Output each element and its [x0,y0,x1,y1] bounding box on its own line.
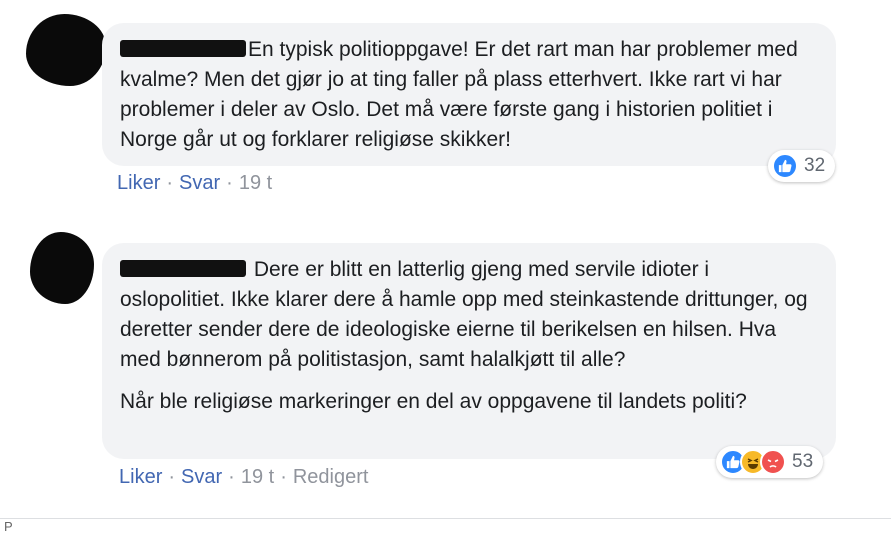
reaction-count: 53 [792,451,814,472]
reaction-summary[interactable]: 32 [768,150,836,182]
comment-bubble: Dere er blitt en latterlig gjeng med ser… [102,243,836,459]
divider [0,518,891,519]
timestamp[interactable]: 19 t [239,172,272,194]
reaction-summary[interactable]: 53 [716,446,824,478]
avatar[interactable] [26,14,106,86]
comment-actions: Liker · Svar · 19 t · Redigert [119,466,369,488]
avatar[interactable] [30,232,94,304]
comment-bubble: En typisk politioppgave! Er det rart man… [102,23,836,166]
reply-link[interactable]: Svar [181,466,222,488]
like-link[interactable]: Liker [117,172,160,194]
edited-label[interactable]: Redigert [293,466,369,488]
reply-link[interactable]: Svar [179,172,220,194]
timestamp[interactable]: 19 t [241,466,274,488]
redacted-author-name [120,260,246,277]
reaction-count: 32 [804,155,826,176]
redacted-author-name [120,40,246,57]
comment-text-paragraph-2: Når ble religiøse markeringer en del av … [120,390,747,413]
angry-icon [760,449,786,475]
like-icon [772,153,798,179]
like-link[interactable]: Liker [119,466,162,488]
comment-actions: Liker · Svar · 19 t [117,172,273,194]
footer-text: P [4,519,13,534]
